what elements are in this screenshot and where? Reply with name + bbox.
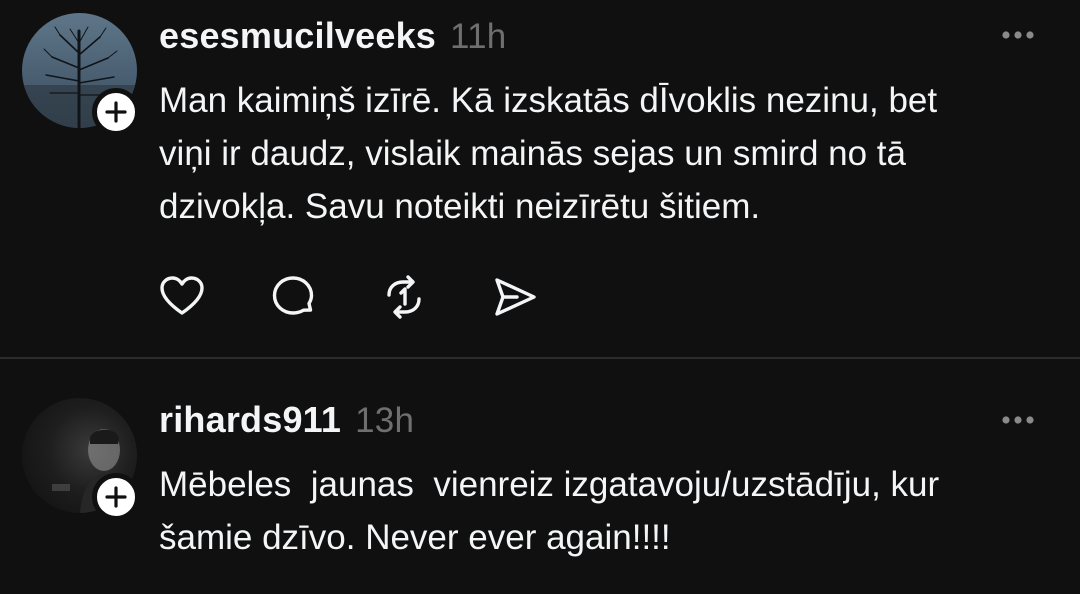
more-options-icon[interactable] xyxy=(1000,29,1036,41)
repost-button[interactable] xyxy=(381,274,427,320)
timestamp: 11h xyxy=(450,17,507,56)
follow-button[interactable] xyxy=(92,473,140,521)
follow-button[interactable] xyxy=(92,88,140,136)
share-icon xyxy=(495,278,536,316)
thread-post: rihards911 13h Mēbeles jaunas vienreiz iz… xyxy=(0,359,1080,594)
post-header: rihards911 13h xyxy=(159,400,414,441)
reply-button[interactable] xyxy=(270,274,316,320)
share-button[interactable] xyxy=(492,274,538,320)
repost-icon xyxy=(387,275,421,319)
username[interactable]: esesmucilveeks xyxy=(159,15,436,56)
post-header: esesmucilveeks 11h xyxy=(159,16,506,57)
more-options-icon[interactable] xyxy=(1000,414,1036,426)
post-text: Man kaimiņš izīrē. Kā izskatās dĪvoklis … xyxy=(159,81,938,226)
heart-icon xyxy=(160,276,204,315)
timestamp: 13h xyxy=(355,401,415,440)
like-button[interactable] xyxy=(159,274,205,320)
thread-post: esesmucilveeks 11h Man kaimiņš izīrē. Kā … xyxy=(0,0,1080,358)
username[interactable]: rihards911 xyxy=(159,399,341,440)
post-text: Mēbeles jaunas vienreiz izgatavoju/uzstā… xyxy=(159,465,940,557)
plus-icon xyxy=(105,101,127,123)
plus-icon xyxy=(105,486,127,508)
comment-icon xyxy=(272,276,314,315)
